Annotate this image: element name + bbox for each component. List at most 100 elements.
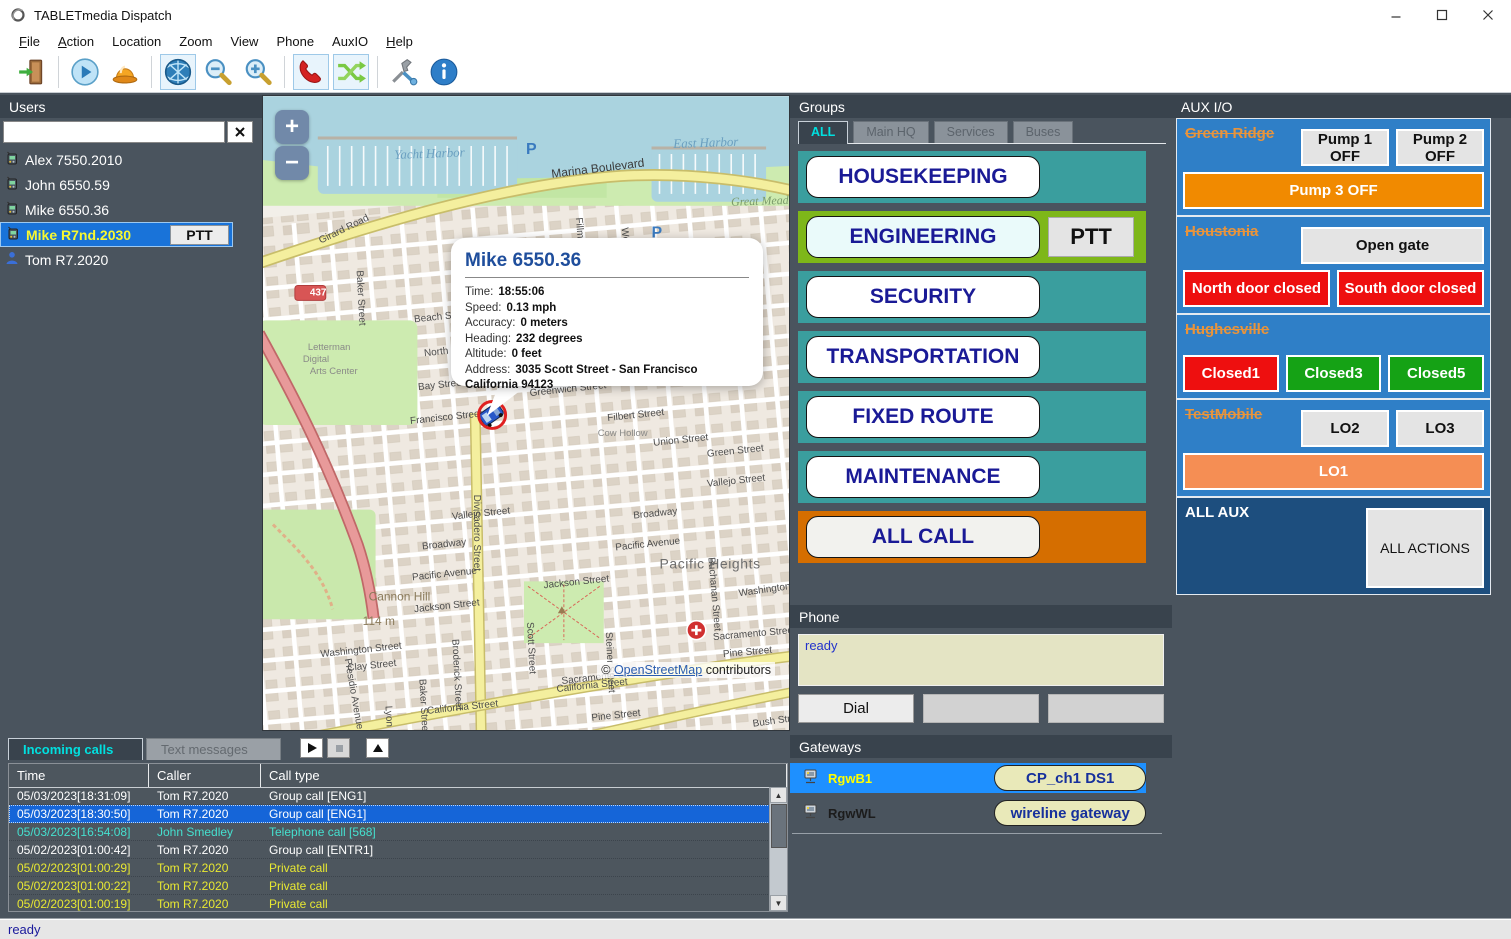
- map-zoom-out-button[interactable]: −: [275, 146, 309, 180]
- aux-closed5-button[interactable]: Closed5: [1388, 355, 1484, 392]
- call-type: Group call [ENG1]: [261, 807, 770, 821]
- aux-pump-1-off-button[interactable]: Pump 1 OFF: [1301, 129, 1389, 166]
- aux-section-label: ALL AUX: [1185, 504, 1249, 521]
- user-ptt-button[interactable]: PTT: [170, 225, 229, 245]
- call-row[interactable]: 05/03/2023[16:54:08]John SmedleyTelephon…: [9, 823, 770, 841]
- phone-icon[interactable]: [293, 54, 329, 90]
- map-panel[interactable]: Yacht HarborEast HarborGreat MeadowMarin…: [262, 95, 790, 731]
- group-button-security[interactable]: SECURITY: [806, 276, 1040, 318]
- scroll-thumb[interactable]: [771, 804, 787, 848]
- gateway-channel-button[interactable]: wireline gateway: [994, 800, 1146, 826]
- user-row-tom-r7-2020[interactable]: Tom R7.2020: [0, 247, 233, 272]
- aux-lo1-button[interactable]: LO1: [1183, 453, 1484, 490]
- group-row-maintenance: MAINTENANCE: [798, 451, 1146, 503]
- group-tab-all[interactable]: ALL: [798, 121, 848, 144]
- calls-tab-incoming-calls[interactable]: Incoming calls: [8, 738, 143, 760]
- user-search-input[interactable]: [3, 121, 225, 143]
- menu-phone[interactable]: Phone: [267, 32, 323, 51]
- group-ptt-button[interactable]: PTT: [1048, 217, 1134, 257]
- close-button[interactable]: [1465, 0, 1511, 30]
- aux-south-door-closed-button[interactable]: South door closed: [1337, 270, 1484, 307]
- users-panel: Users Alex 7550.2010John 6550.59Mike 655…: [0, 95, 262, 736]
- aux-pump-2-off-button[interactable]: Pump 2 OFF: [1396, 129, 1484, 166]
- aux-lo2-button[interactable]: LO2: [1301, 410, 1389, 447]
- stop-icon[interactable]: [327, 738, 350, 758]
- aux-all-actions-button[interactable]: ALL ACTIONS: [1366, 508, 1484, 588]
- menu-help[interactable]: Help: [377, 32, 422, 51]
- minimize-button[interactable]: [1373, 0, 1419, 30]
- group-button-housekeeping[interactable]: HOUSEKEEPING: [806, 156, 1040, 198]
- user-row-john-6550-59[interactable]: John 6550.59: [0, 172, 233, 197]
- up-arrow-icon[interactable]: [366, 738, 389, 758]
- group-tab-buses[interactable]: Buses: [1013, 121, 1074, 143]
- aux-open-gate-button[interactable]: Open gate: [1301, 227, 1484, 264]
- map-zoom-in-button[interactable]: +: [275, 110, 309, 144]
- calls-table-body: 05/03/2023[18:31:09]Tom R7.2020Group cal…: [9, 787, 770, 911]
- call-row[interactable]: 05/02/2023[01:00:42]Tom R7.2020Group cal…: [9, 841, 770, 859]
- aux-lo3-button[interactable]: LO3: [1396, 410, 1484, 447]
- calls-tab-text-messages[interactable]: Text messages: [146, 738, 281, 760]
- gateway-row-rgwb1[interactable]: RgwB1CP_ch1 DS1: [790, 763, 1146, 793]
- tools-icon[interactable]: [386, 54, 422, 90]
- siren-icon[interactable]: [107, 54, 143, 90]
- group-row-security: SECURITY: [798, 271, 1146, 323]
- menu-location[interactable]: Location: [103, 32, 170, 51]
- play-icon[interactable]: [67, 54, 103, 90]
- call-row[interactable]: 05/02/2023[01:00:29]Tom R7.2020Private c…: [9, 859, 770, 877]
- group-button-fixed-route[interactable]: FIXED ROUTE: [806, 396, 1040, 438]
- aux-closed3-button[interactable]: Closed3: [1286, 355, 1382, 392]
- openstreetmap-link[interactable]: OpenStreetMap: [614, 663, 702, 677]
- zoom-in-icon[interactable]: [240, 54, 276, 90]
- phone-button-3[interactable]: [1048, 694, 1164, 723]
- group-button-engineering[interactable]: ENGINEERING: [806, 216, 1040, 258]
- gateways-panel: Gateways RgwB1CP_ch1 DS1RgwWLwireline ga…: [790, 735, 1172, 918]
- menu-view[interactable]: View: [222, 32, 268, 51]
- info-icon[interactable]: [426, 54, 462, 90]
- group-list: HOUSEKEEPING ENGINEERINGPTTSECURITY TRANSP…: [798, 151, 1146, 563]
- scroll-up-button[interactable]: ▲: [770, 787, 787, 803]
- group-button-transportation[interactable]: TRANSPORTATION: [806, 336, 1040, 378]
- map-label: Digital: [303, 354, 329, 365]
- aux-closed1-button[interactable]: Closed1: [1183, 355, 1279, 392]
- user-row-mike-r7nd-2030[interactable]: Mike R7nd.2030PTT: [0, 222, 233, 247]
- titlebar: TABLETmedia Dispatch: [0, 0, 1511, 30]
- call-row[interactable]: 05/02/2023[01:00:22]Tom R7.2020Private c…: [9, 877, 770, 895]
- gateway-icon: [802, 767, 828, 790]
- group-row-all-call: ALL CALL: [798, 511, 1146, 563]
- globe-icon[interactable]: [160, 54, 196, 90]
- shuffle-icon[interactable]: [333, 54, 369, 90]
- map-canvas[interactable]: Yacht HarborEast HarborGreat MeadowMarin…: [263, 96, 789, 730]
- menu-file[interactable]: File: [10, 32, 49, 51]
- play-icon[interactable]: [300, 738, 323, 758]
- user-row-alex-7550-2010[interactable]: Alex 7550.2010: [0, 147, 233, 172]
- gateway-list: RgwB1CP_ch1 DS1 RgwWLwireline gateway: [790, 763, 1164, 828]
- menu-auxio[interactable]: AuxIO: [323, 32, 377, 51]
- exit-icon[interactable]: [14, 54, 50, 90]
- gateway-channel-button[interactable]: CP_ch1 DS1: [994, 765, 1146, 791]
- map-label: P: [526, 141, 537, 158]
- call-row[interactable]: 05/02/2023[01:00:19]Tom R7.2020Private c…: [9, 895, 770, 911]
- group-button-maintenance[interactable]: MAINTENANCE: [806, 456, 1040, 498]
- calls-panel: Incoming callsText messages TimeCallerCa…: [0, 736, 790, 918]
- zoom-out-icon[interactable]: [200, 54, 236, 90]
- maximize-button[interactable]: [1419, 0, 1465, 30]
- call-row[interactable]: 05/03/2023[18:31:09]Tom R7.2020Group cal…: [9, 787, 770, 805]
- call-type: Group call [ENTR1]: [261, 843, 770, 857]
- user-row-mike-6550-36[interactable]: Mike 6550.36: [0, 197, 233, 222]
- gateway-row-rgwwl[interactable]: RgwWLwireline gateway: [790, 798, 1146, 828]
- call-row[interactable]: 05/03/2023[18:30:50]Tom R7.2020Group cal…: [9, 805, 770, 823]
- clear-search-button[interactable]: [227, 121, 253, 143]
- phone-button-2[interactable]: [923, 694, 1039, 723]
- phone-dial-button[interactable]: Dial: [798, 694, 914, 723]
- menu-action[interactable]: Action: [49, 32, 103, 51]
- aux-pump-3-off-button[interactable]: Pump 3 OFF: [1183, 172, 1484, 209]
- status-text: ready: [8, 922, 41, 937]
- group-tab-main-hq[interactable]: Main HQ: [853, 121, 928, 143]
- scroll-down-button[interactable]: ▼: [770, 895, 787, 911]
- group-button-all-call[interactable]: ALL CALL: [806, 516, 1040, 558]
- aux-north-door-closed-button[interactable]: North door closed: [1183, 270, 1330, 307]
- calls-scrollbar[interactable]: ▲ ▼: [769, 787, 787, 911]
- group-tab-services[interactable]: Services: [934, 121, 1008, 143]
- radio-icon: [4, 175, 25, 194]
- menu-zoom[interactable]: Zoom: [170, 32, 221, 51]
